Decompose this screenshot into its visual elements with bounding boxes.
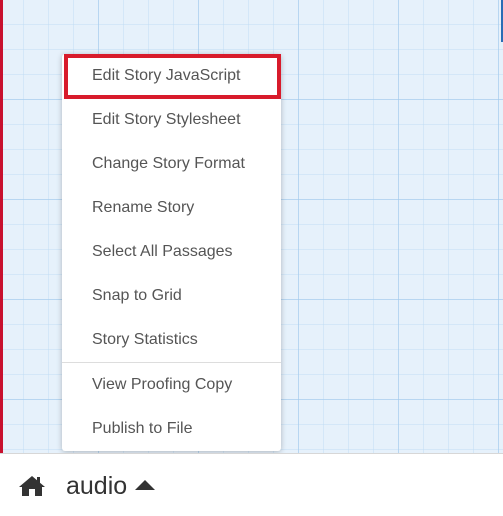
menu-item-edit-story-stylesheet[interactable]: Edit Story Stylesheet <box>62 98 281 142</box>
story-menu: Edit Story JavaScript Edit Story Stylesh… <box>62 54 281 451</box>
story-toolbar: audio <box>0 453 503 516</box>
story-name: audio <box>66 472 128 500</box>
left-border <box>0 0 3 453</box>
caret-up-icon <box>135 480 156 490</box>
menu-item-view-proofing-copy[interactable]: View Proofing Copy <box>62 363 281 407</box>
home-icon[interactable] <box>18 474 46 498</box>
story-menu-button[interactable]: audio <box>66 468 156 504</box>
menu-item-rename-story[interactable]: Rename Story <box>62 186 281 230</box>
menu-item-story-statistics[interactable]: Story Statistics <box>62 318 281 362</box>
menu-item-publish-to-file[interactable]: Publish to File <box>62 407 281 451</box>
menu-item-select-all-passages[interactable]: Select All Passages <box>62 230 281 274</box>
menu-item-change-story-format[interactable]: Change Story Format <box>62 142 281 186</box>
menu-item-edit-story-javascript[interactable]: Edit Story JavaScript <box>62 54 281 99</box>
menu-item-snap-to-grid[interactable]: Snap to Grid <box>62 274 281 318</box>
